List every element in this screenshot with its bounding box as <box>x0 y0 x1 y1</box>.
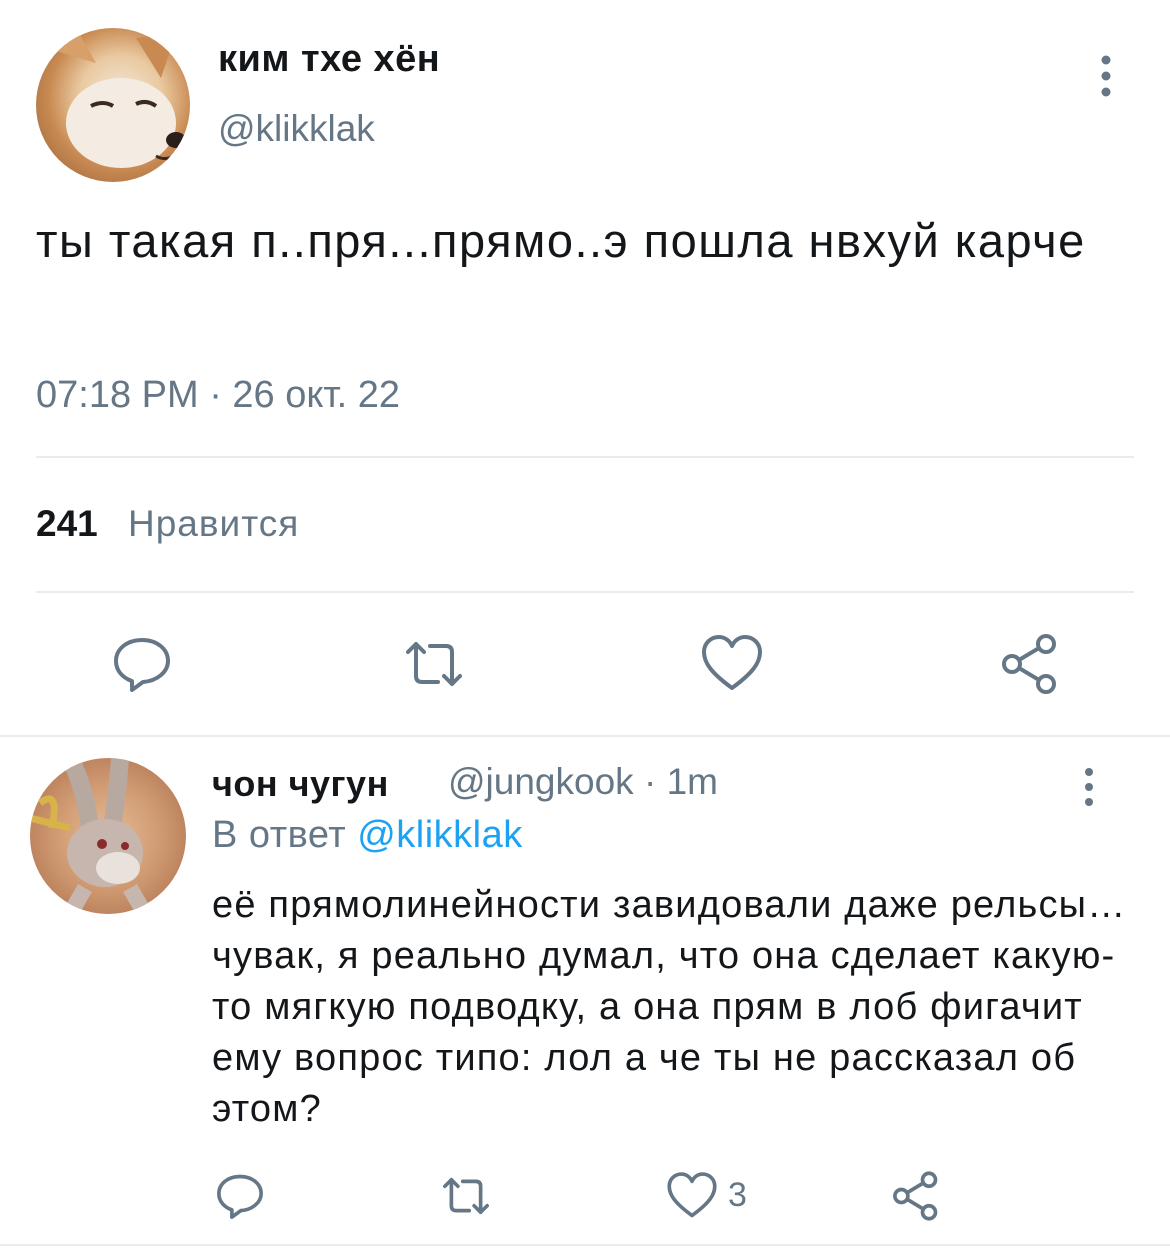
reply-more-options-icon[interactable] <box>1078 766 1100 808</box>
reply-button[interactable] <box>110 632 174 696</box>
reply-reply-button[interactable] <box>214 1170 266 1222</box>
like-button[interactable] <box>700 632 764 696</box>
reply-icon <box>114 638 170 692</box>
reply-to-handle-link[interactable]: @klikklak <box>357 814 523 856</box>
author-avatar[interactable] <box>36 28 190 182</box>
reply-like-count[interactable]: 3 <box>728 1176 747 1215</box>
share-icon <box>1002 634 1056 694</box>
divider <box>36 456 1134 458</box>
more-options-icon[interactable] <box>1094 52 1118 100</box>
share-button[interactable] <box>998 632 1062 696</box>
divider <box>36 591 1134 593</box>
likes-label[interactable]: Нравится <box>128 503 299 545</box>
tweet-text: ты такая п..пря...прямо..э пошла нвхуй к… <box>36 214 1086 267</box>
section-divider <box>0 735 1170 737</box>
reply-author-avatar[interactable] <box>30 758 186 914</box>
reply-share-button[interactable] <box>890 1170 942 1222</box>
author-name[interactable]: ким тхе хён <box>218 38 440 81</box>
share-icon <box>893 1171 938 1221</box>
bugs-bunny-avatar-icon <box>30 758 152 914</box>
retweet-icon <box>406 642 462 686</box>
reply-to-line: В ответ @klikklak <box>212 814 523 857</box>
reply-meta: @jungkook · 1m <box>448 761 718 803</box>
author-handle[interactable]: @klikklak <box>218 108 375 150</box>
meta-separator: · <box>643 761 657 802</box>
retweet-button[interactable] <box>402 632 466 696</box>
reply-retweet-button[interactable] <box>440 1170 492 1222</box>
shiba-dog-avatar-icon <box>46 28 186 168</box>
bottom-divider <box>0 1244 1170 1246</box>
reply-time[interactable]: 1m <box>667 761 718 802</box>
reply-text: её прямолинейности завидовали даже рельс… <box>212 884 1127 1130</box>
retweet-icon <box>443 1177 489 1215</box>
reply-to-prefix: В ответ <box>212 814 347 856</box>
reply-icon <box>217 1174 263 1219</box>
reply-author-handle[interactable]: @jungkook <box>448 761 634 802</box>
likes-count[interactable]: 241 <box>36 503 98 545</box>
reply-author-name[interactable]: чон чугун <box>212 763 389 805</box>
like-icon <box>667 1172 717 1218</box>
like-icon <box>702 635 762 690</box>
tweet-timestamp[interactable]: 07:18 PM · 26 окт. 22 <box>36 374 400 417</box>
reply-like-button[interactable] <box>666 1170 718 1222</box>
